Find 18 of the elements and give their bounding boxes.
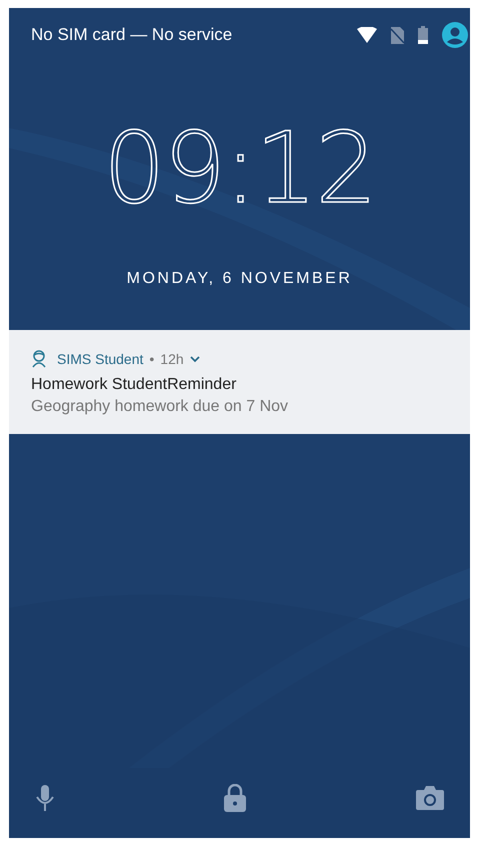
- microphone-icon[interactable]: [36, 785, 54, 811]
- clock-date: MONDAY, 6 NOVEMBER: [126, 270, 352, 288]
- wifi-icon: [357, 27, 377, 43]
- lock-icon[interactable]: [224, 784, 246, 812]
- notification-card[interactable]: SIMS Student • 12h Homework StudentReminder Geography homework due on 7 Nov: [9, 330, 470, 434]
- battery-icon: [418, 26, 428, 44]
- notification-title: Homework StudentReminder: [31, 376, 238, 394]
- no-sim-icon: [391, 26, 404, 44]
- camera-icon[interactable]: [416, 786, 444, 810]
- user-avatar-icon[interactable]: [442, 22, 468, 48]
- separator-dot: •: [149, 351, 154, 367]
- notification-age: 12h: [160, 351, 184, 367]
- carrier-status: No SIM card — No service: [31, 25, 232, 45]
- clock-time: 09:12: [103, 120, 376, 218]
- app-name: SIMS Student: [57, 351, 144, 367]
- student-app-icon: [31, 350, 47, 368]
- chevron-icon[interactable]: [190, 356, 200, 362]
- notification-text: Geography homework due on 7 Nov: [31, 398, 290, 416]
